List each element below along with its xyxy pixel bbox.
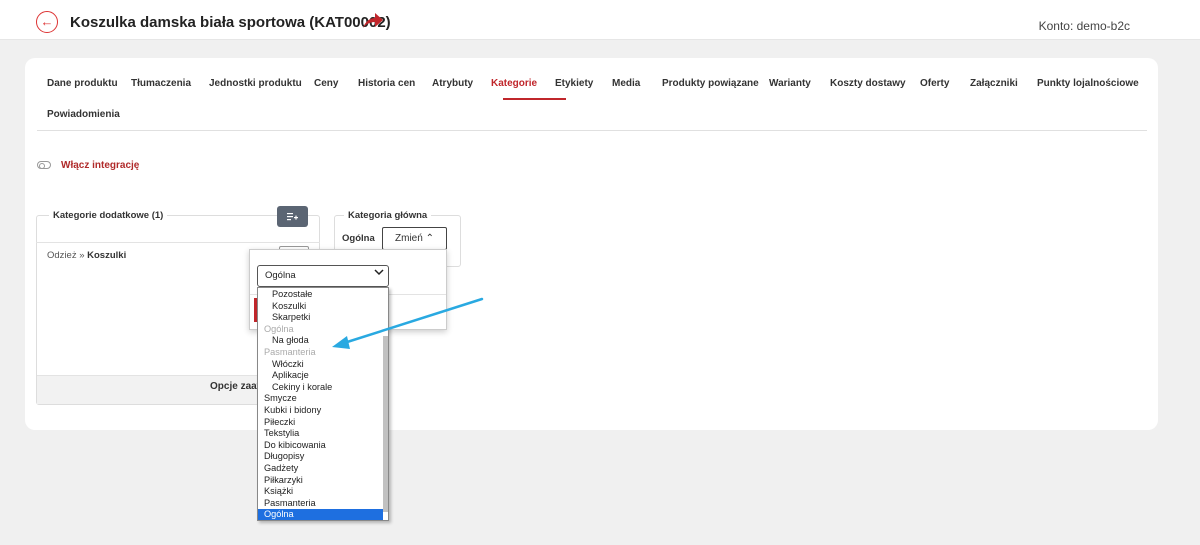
integration-toggle-label[interactable]: Włącz integrację — [61, 160, 139, 171]
panel-divider — [36, 242, 320, 243]
tab-produkty-powiazane[interactable]: Produkty powiązane — [662, 78, 759, 89]
tab-oferty[interactable]: Oferty — [920, 78, 949, 89]
dropdown-option[interactable]: Włóczki — [258, 359, 383, 371]
tab-warianty[interactable]: Warianty — [769, 78, 811, 89]
category-list-item: Odzież » Koszulki — [47, 250, 126, 261]
share-arrow-icon[interactable] — [362, 12, 384, 30]
change-main-category-button[interactable]: Zmień ⌃ — [382, 227, 447, 250]
arrow-left-icon[interactable]: ← — [36, 11, 58, 33]
dropdown-option[interactable]: Ogólna — [258, 509, 383, 520]
category-name: Koszulki — [87, 250, 127, 261]
additional-categories-legend: Kategorie dodatkowe (1) — [49, 210, 168, 221]
category-select[interactable]: Ogólna — [257, 265, 389, 287]
dropdown-option[interactable]: Na głoda — [258, 335, 383, 347]
account-label[interactable]: Konto: demo-b2c — [1039, 19, 1130, 33]
dropdown-option[interactable]: Książki — [258, 486, 383, 498]
top-bar: ← Koszulka damska biała sportowa (KAT000… — [0, 0, 1200, 40]
tab-ceny[interactable]: Ceny — [314, 78, 338, 89]
dropdown-option[interactable]: Piłkarzyki — [258, 475, 383, 487]
tab-tlumaczenia[interactable]: Tłumaczenia — [131, 78, 191, 89]
category-options-list[interactable]: Pozostałe Koszulki Skarpetki Ogólna Na głoda… — [257, 287, 389, 521]
tabs-divider — [37, 130, 1147, 131]
tab-jednostki[interactable]: Jednostki produktu — [209, 78, 302, 89]
tab-koszty-dostawy[interactable]: Koszty dostawy — [830, 78, 906, 89]
tab-zalaczniki[interactable]: Załączniki — [970, 78, 1018, 89]
dropdown-option[interactable]: Tekstylia — [258, 428, 383, 440]
dropdown-option[interactable]: Koszulki — [258, 301, 383, 313]
dropdown-option[interactable]: Długopisy — [258, 451, 383, 463]
toggle-off-icon[interactable] — [37, 161, 51, 169]
chevron-down-icon — [374, 269, 384, 276]
page-title: Koszulka damska biała sportowa (KAT00002… — [70, 14, 391, 31]
dropdown-option[interactable]: Do kibicowania — [258, 440, 383, 452]
tab-kategorie[interactable]: Kategorie — [491, 78, 537, 89]
dropdown-option[interactable]: Pasmanteria — [258, 498, 383, 510]
main-category-value: Ogólna — [342, 233, 375, 244]
add-category-button[interactable] — [277, 206, 308, 227]
product-card: Dane produktu Tłumaczenia Jednostki prod… — [25, 58, 1158, 430]
dropdown-option[interactable]: Pozostałe — [258, 289, 383, 301]
tab-powiadomienia[interactable]: Powiadomienia — [47, 109, 120, 120]
dropdown-option[interactable]: Gadżety — [258, 463, 383, 475]
tab-etykiety[interactable]: Etykiety — [555, 78, 593, 89]
active-tab-underline — [503, 98, 566, 100]
category-path: Odzież » — [47, 250, 85, 261]
dropdown-scrollbar[interactable] — [383, 336, 388, 512]
dropdown-option[interactable]: Aplikacje — [258, 370, 383, 382]
dropdown-option[interactable]: Smycze — [258, 393, 383, 405]
tab-atrybuty[interactable]: Atrybuty — [432, 78, 473, 89]
tab-historia-cen[interactable]: Historia cen — [358, 78, 415, 89]
dropdown-option[interactable]: Skarpetki — [258, 312, 383, 324]
dropdown-option: Ogólna — [264, 323, 294, 334]
tab-media[interactable]: Media — [612, 78, 640, 89]
main-category-legend: Kategoria główna — [344, 210, 432, 221]
add-list-icon — [287, 213, 298, 221]
dropdown-option[interactable]: Piłeczki — [258, 417, 383, 429]
dropdown-option[interactable]: Kubki i bidony — [258, 405, 383, 417]
tab-punkty-lojalnosciowe[interactable]: Punkty lojalnościowe — [1037, 78, 1139, 89]
dropdown-option[interactable]: Cekiny i korale — [258, 382, 383, 394]
dropdown-option: Pasmanteria — [264, 347, 316, 357]
tab-dane-produktu[interactable]: Dane produktu — [47, 78, 118, 89]
